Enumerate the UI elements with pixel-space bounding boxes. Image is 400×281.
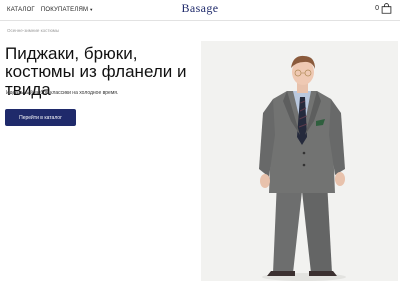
breadcrumb[interactable]: Осенне-зимние костюмы <box>7 28 59 33</box>
brand-logo[interactable]: Basage <box>0 1 400 16</box>
go-to-catalog-button[interactable]: Перейти в каталог <box>5 109 76 126</box>
header-divider <box>0 20 400 21</box>
hero-subtext: Идеальный выбор классики на холодное вре… <box>6 90 119 96</box>
hero-photo <box>201 41 398 281</box>
shopping-bag-icon <box>381 3 392 14</box>
cart-count: 0 <box>375 5 379 12</box>
cart-button[interactable]: 0 <box>375 3 392 14</box>
model-in-suit-image <box>201 41 398 281</box>
